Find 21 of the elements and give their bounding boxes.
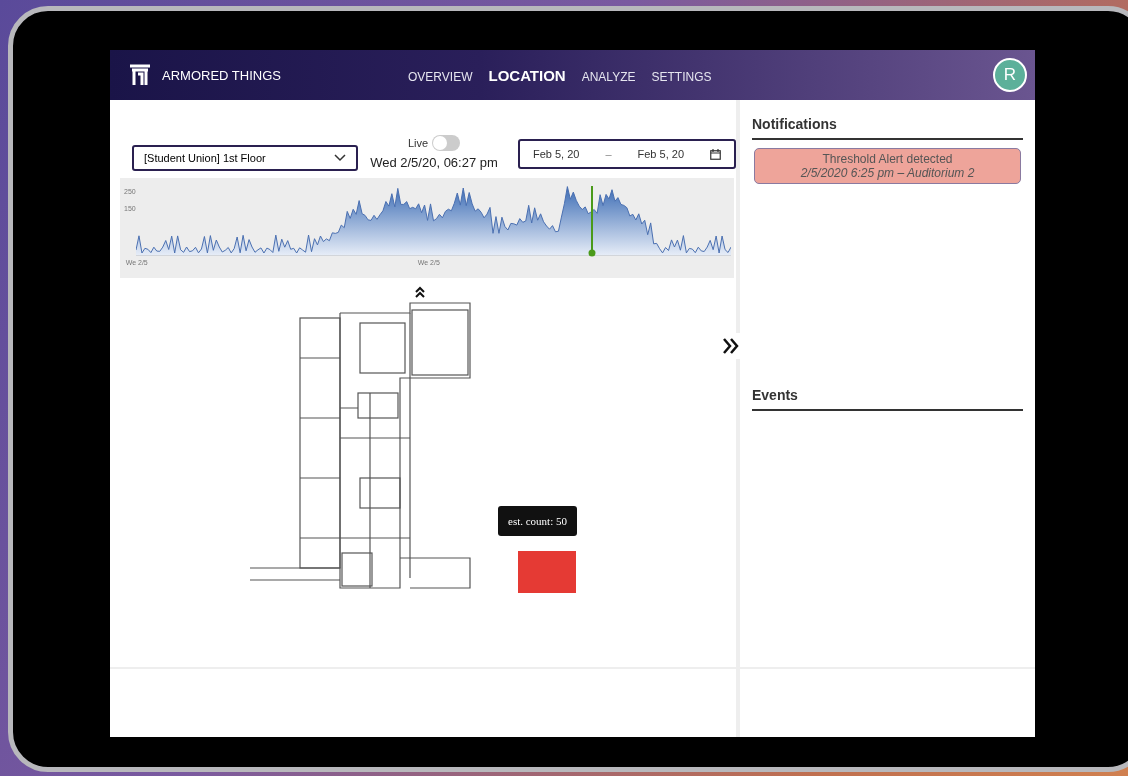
events-heading: Events	[752, 381, 1023, 411]
alert-title: Threshold Alert detected	[822, 152, 953, 166]
logo-icon	[128, 63, 152, 87]
alert-card[interactable]: Threshold Alert detected 2/5/2020 6:25 pm – Auditorium 2	[754, 148, 1021, 184]
nav-tab[interactable]: LOCATION	[488, 66, 566, 84]
notifications-heading: Notifications	[752, 110, 1023, 140]
timestamp: Wed 2/5/20, 06:27 pm	[370, 155, 498, 170]
floor-dropdown[interactable]: [Student Union] 1st Floor	[132, 145, 358, 171]
live-label: Live	[407, 137, 429, 149]
date-range-field[interactable]: Feb 5, 20 – Feb 5, 20	[518, 139, 736, 169]
nav-tab[interactable]: SETTINGS	[651, 69, 712, 84]
alert-detail: 2/5/2020 6:25 pm – Auditorium 2	[800, 166, 975, 180]
chevron-down-icon	[334, 154, 346, 162]
time-marker[interactable]	[587, 186, 596, 258]
brand-name: ARMORED THINGS	[162, 67, 281, 83]
nav-tab[interactable]: ANALYZE	[581, 69, 636, 84]
count-tooltip: est. count: 50	[498, 506, 577, 536]
nav-tab[interactable]: OVERVIEW	[408, 69, 473, 84]
live-toggle[interactable]	[432, 135, 461, 151]
expand-up-icon[interactable]	[414, 286, 426, 298]
calendar-icon	[710, 148, 721, 160]
